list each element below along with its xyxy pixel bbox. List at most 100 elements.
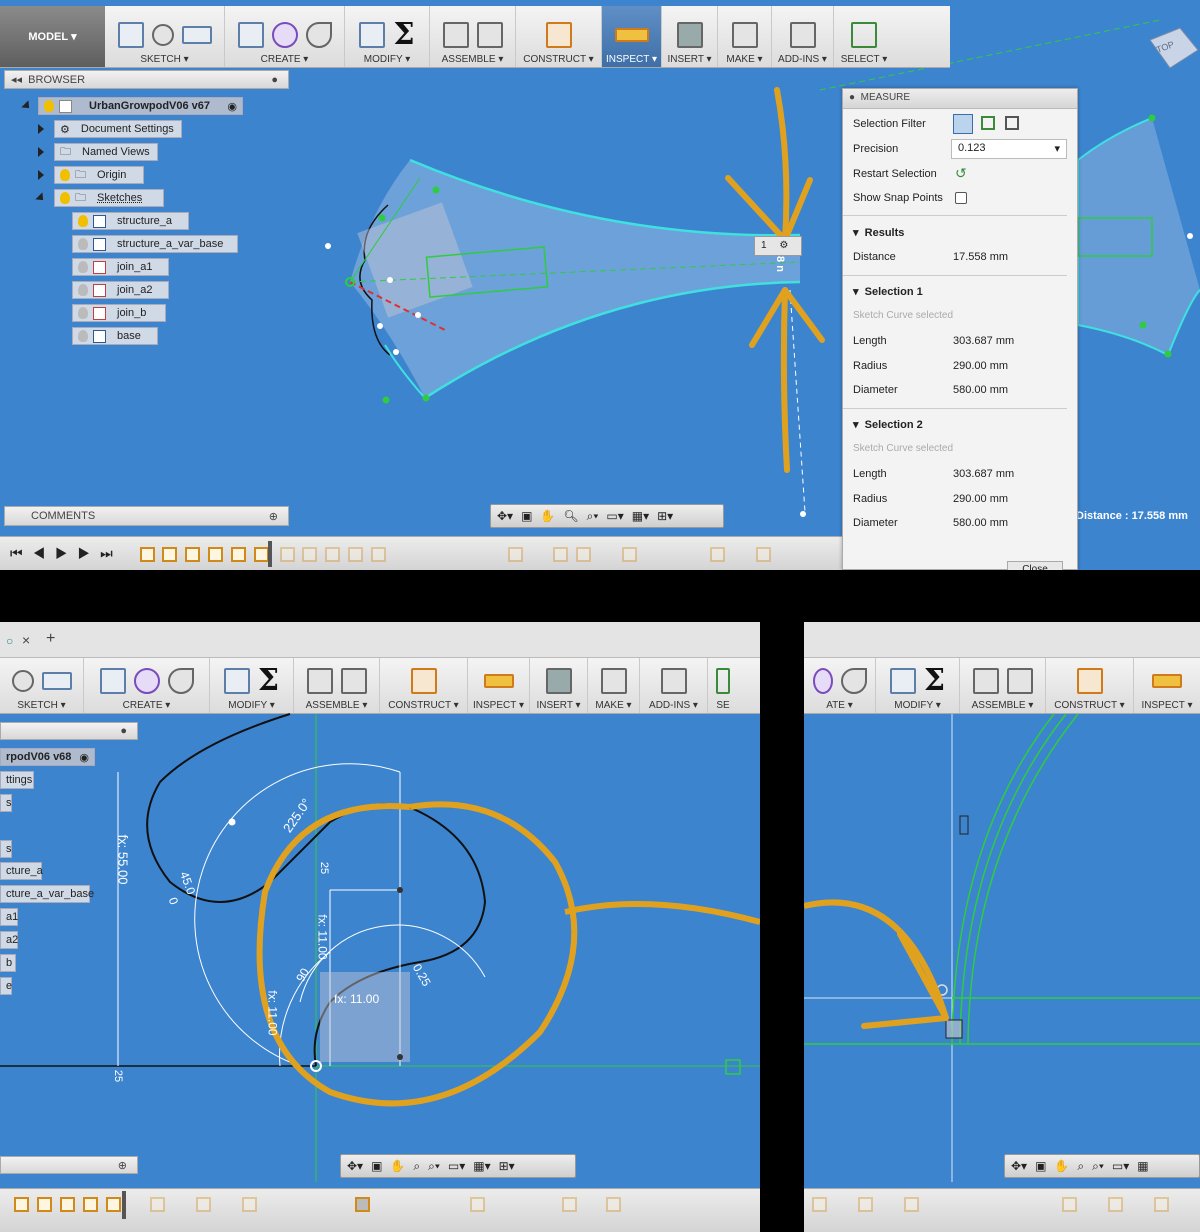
grid-icon[interactable]: ▦▾ [632,509,649,523]
dimension-label[interactable]: 25 [318,862,330,874]
scripts-icon[interactable] [789,22,816,48]
radio-icon[interactable]: ◉ [227,100,237,113]
measure-icon[interactable] [614,28,649,42]
timeline-marker[interactable] [268,541,272,567]
select-menu[interactable]: SELECT ▾ [841,54,888,65]
fit-icon[interactable]: ⌕▾ [1092,1159,1104,1174]
timeline-feature[interactable] [60,1197,75,1212]
extrude-icon[interactable] [237,22,264,48]
results-section[interactable]: ▾ Results [853,226,904,239]
timeline-feature[interactable] [508,547,523,562]
browser-item-sketches[interactable]: 🗀 Sketches [54,189,164,207]
viewports-icon[interactable]: ⊞▾ [657,509,673,523]
addins-menu[interactable]: ADD-INS ▾ [778,54,827,65]
insert-image-icon[interactable] [676,22,703,48]
visibility-bulb-icon[interactable] [44,100,54,112]
look-at-icon[interactable]: ▣ [371,1159,382,1173]
timeline-feature[interactable] [904,1197,919,1212]
timeline-feature[interactable] [1108,1197,1123,1212]
filter-body-icon[interactable] [953,114,973,134]
sketch-menu[interactable]: SKETCH ▾ [140,54,188,65]
look-at-icon[interactable]: ▣ [1035,1159,1046,1173]
construct-menu[interactable]: CONSTRUCT ▾ [523,54,593,65]
timeline-feature[interactable] [710,547,725,562]
dimension-label[interactable]: 25 [112,1070,124,1082]
browser-item-named-views[interactable]: 🗀 Named Views [54,143,158,161]
modify-menu[interactable]: MODIFY ▾ [364,54,411,65]
sigma-icon[interactable]: Σ [393,20,414,50]
timeline-feature[interactable] [14,1197,29,1212]
selection2-section[interactable]: ▾ Selection 2 [853,418,923,431]
expand-icon[interactable] [38,147,44,157]
viewports-icon[interactable]: ⊞▾ [499,1159,515,1173]
press-pull-icon[interactable] [359,22,386,48]
timeline-feature[interactable] [231,547,246,562]
add-comment-icon[interactable]: ⊕ [269,510,278,523]
look-at-icon[interactable]: ▣ [521,509,532,523]
browser-item[interactable]: a1 [0,908,18,926]
browser-root[interactable]: rpodV06 v68 ◉ [0,748,95,766]
sketch-item[interactable]: join_a1 [72,258,169,276]
timeline-feature[interactable] [325,547,340,562]
comments-panel[interactable]: ⊕ [0,1156,138,1174]
pan-icon[interactable]: ✋ [540,509,555,523]
display-settings-icon[interactable]: ▭▾ [1112,1159,1129,1173]
zoom-icon[interactable]: 🔍︎ [563,509,578,523]
restart-icon[interactable]: ↺ [955,165,967,182]
make-3d-print-icon[interactable] [731,22,758,48]
timeline-feature[interactable] [302,547,317,562]
timeline-feature[interactable] [606,1197,621,1212]
add-comment-icon[interactable]: ⊕ [118,1159,127,1172]
timeline-feature[interactable] [812,1197,827,1212]
plane-icon[interactable] [545,22,572,48]
selection1-section[interactable]: ▾ Selection 1 [853,285,923,298]
timeline-feature[interactable] [242,1197,257,1212]
timeline-feature[interactable] [106,1197,121,1212]
timeline-feature[interactable] [162,547,177,562]
timeline-feature[interactable] [140,547,155,562]
browser-item-document-settings[interactable]: ⚙ Document Settings [54,120,182,138]
form-icon[interactable] [271,22,298,48]
zoom-icon[interactable]: ⌕ [1077,1159,1084,1174]
timeline-feature[interactable] [562,1197,577,1212]
display-settings-icon[interactable]: ▭▾ [606,509,623,523]
timeline-feature[interactable] [622,547,637,562]
orbit-icon[interactable]: ✥▾ [497,509,513,523]
visibility-bulb-icon[interactable] [78,238,88,250]
browser-item[interactable]: s [0,840,12,858]
timeline-feature[interactable] [280,547,295,562]
pin-icon[interactable]: ● [120,725,127,737]
timeline-feature[interactable] [470,1197,485,1212]
visibility-bulb-icon[interactable] [60,192,70,204]
grid-icon[interactable]: ▦▾ [473,1159,490,1173]
filter-face-icon[interactable] [981,116,995,130]
browser-item[interactable]: ttings [0,771,34,789]
insert-menu[interactable]: INSERT ▾ [667,54,711,65]
dimension-label[interactable]: fx: 11.00 [334,992,379,1006]
visibility-bulb-icon[interactable] [78,261,88,273]
filter-edge-icon[interactable] [1005,116,1019,130]
pan-icon[interactable]: ✋ [1054,1159,1069,1173]
revolve-icon[interactable] [305,22,332,48]
browser-item-origin[interactable]: 🗀 Origin [54,166,144,184]
expand-icon[interactable] [38,124,44,134]
snap-points-checkbox[interactable] [955,192,967,204]
visibility-bulb-icon[interactable] [78,215,88,227]
point-badge[interactable]: 1 ⚙ [754,236,802,256]
dimension-label[interactable]: fx: 11.00 [266,990,280,1035]
timeline-feature[interactable] [348,547,363,562]
create-sketch-icon[interactable] [117,22,144,48]
close-dialog-icon[interactable]: ● [849,92,855,103]
browser-item[interactable]: e [0,977,12,995]
select-icon[interactable] [851,22,877,48]
timeline-feature[interactable] [1154,1197,1169,1212]
timeline-controls[interactable]: ⏮◀▶▶⏭ [10,545,123,562]
fit-icon[interactable]: ⌕▾ [587,509,599,524]
new-component-icon[interactable] [442,22,469,48]
timeline-feature[interactable] [185,547,200,562]
timeline-feature[interactable] [858,1197,873,1212]
browser-item[interactable]: a2 [0,931,18,949]
line-icon[interactable] [151,24,174,46]
timeline-feature[interactable] [756,547,771,562]
browser-header[interactable]: ● [0,722,138,740]
